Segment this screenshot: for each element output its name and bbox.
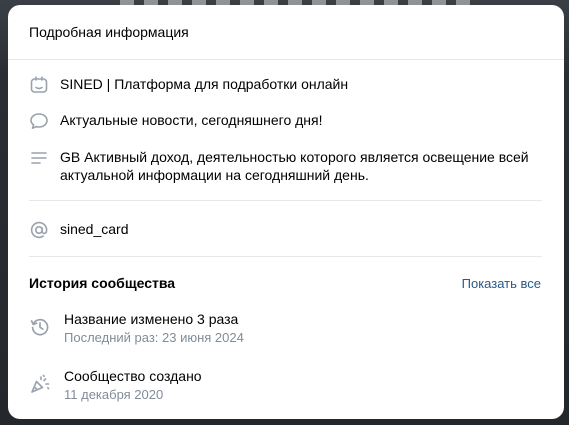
description-line-1: GB Активный доход, деятельностью которог… <box>60 149 529 165</box>
community-screen-name[interactable]: sined_card <box>60 220 129 238</box>
at-sign-icon <box>29 220 49 240</box>
history-item-body: Название изменено 3 раза Последний раз: … <box>64 310 244 347</box>
history-item: Сообщество создано 11 декабря 2020 <box>29 367 543 404</box>
divider <box>29 256 542 257</box>
history-section-title: История сообщества <box>29 275 176 291</box>
info-row-status: Актуальные новости, сегодняшнего дня! <box>29 111 543 131</box>
show-all-link[interactable]: Показать все <box>462 276 541 291</box>
history-item-date: Последний раз: 23 июня 2024 <box>64 330 244 345</box>
info-row-screen-name[interactable]: sined_card <box>29 220 543 240</box>
history-item-title: Сообщество создано <box>64 368 202 384</box>
party-popper-icon <box>29 373 51 395</box>
info-row-description: GB Активный доход, деятельностью которог… <box>29 148 543 184</box>
community-card-icon <box>29 75 49 95</box>
history-item-date: 11 декабря 2020 <box>64 387 164 402</box>
history-item-title: Название изменено 3 раза <box>64 311 239 327</box>
text-lines-icon <box>29 148 49 168</box>
details-modal: Подробная информация SINED | Платформа д… <box>8 5 564 419</box>
community-description: GB Активный доход, деятельностью которог… <box>60 148 529 184</box>
modal-title: Подробная информация <box>29 24 189 40</box>
history-item: Название изменено 3 раза Последний раз: … <box>29 310 543 347</box>
info-row-name: SINED | Платформа для подработки онлайн <box>29 75 543 95</box>
modal-header: Подробная информация <box>8 5 564 60</box>
community-status: Актуальные новости, сегодняшнего дня! <box>60 112 323 128</box>
history-item-body: Сообщество создано 11 декабря 2020 <box>64 367 202 404</box>
message-bubble-icon <box>29 111 49 131</box>
history-icon <box>29 316 51 338</box>
community-name: SINED | Платформа для подработки онлайн <box>60 76 349 92</box>
divider <box>29 200 542 201</box>
description-line-2: актуальной информации на сегодняшний ден… <box>60 167 369 183</box>
